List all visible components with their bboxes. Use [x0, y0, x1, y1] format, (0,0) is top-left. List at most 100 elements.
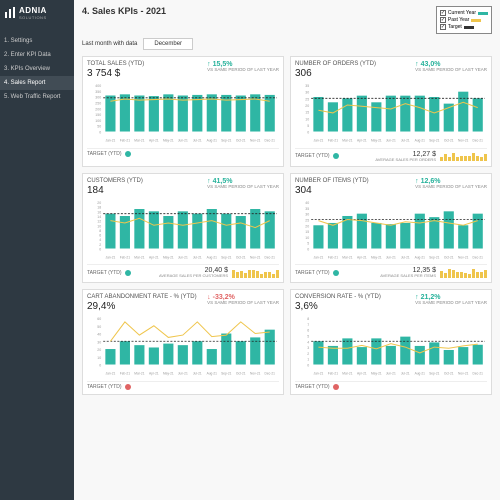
svg-text:Jan-21: Jan-21 — [314, 255, 324, 259]
svg-text:10: 10 — [97, 224, 101, 228]
svg-text:Sep-21: Sep-21 — [221, 139, 232, 143]
legend-target-swatch — [464, 26, 474, 29]
svg-text:Oct-21: Oct-21 — [236, 139, 246, 143]
kpi-title: NUMBER OF ITEMS (YTD) — [295, 178, 369, 184]
nav-item[interactable]: 2. Enter KPI Data — [0, 48, 74, 62]
svg-text:5: 5 — [307, 241, 309, 245]
svg-text:Nov-21: Nov-21 — [458, 372, 469, 376]
legend-target[interactable]: ✓ Target — [440, 24, 488, 30]
svg-text:Dec-21: Dec-21 — [473, 139, 484, 143]
kpi-value: 304 — [295, 185, 369, 196]
legend-current-swatch — [478, 12, 488, 15]
svg-text:1: 1 — [307, 358, 309, 362]
nav-item[interactable]: 1. Settings — [0, 34, 74, 48]
target-status-dot — [333, 384, 339, 390]
kpi-compare-text: VS SAME PERIOD OF LAST YEAR — [207, 68, 279, 73]
svg-text:Jul-21: Jul-21 — [193, 139, 202, 143]
svg-text:May-21: May-21 — [163, 139, 174, 143]
sidebar: ADNIA SOLUTIONS 1. Settings2. Enter KPI … — [0, 0, 74, 500]
svg-text:Sep-21: Sep-21 — [429, 372, 440, 376]
svg-text:Feb-21: Feb-21 — [328, 255, 338, 259]
kpi-card: CUSTOMERS (YTD) 184 ↑ 41,5% VS SAME PERI… — [82, 173, 284, 284]
svg-text:50: 50 — [97, 325, 101, 329]
svg-text:4: 4 — [99, 238, 101, 242]
svg-text:5: 5 — [307, 335, 309, 339]
svg-text:Dec-21: Dec-21 — [473, 255, 484, 259]
avg-label: AVERAGE SALES PER ITEMS — [380, 274, 436, 278]
svg-text:7: 7 — [307, 323, 309, 327]
svg-text:Feb-21: Feb-21 — [328, 139, 338, 143]
kpi-card: TOTAL SALES (YTD) 3 754 $ ↑ 15,5% VS SAM… — [82, 56, 284, 167]
svg-text:3: 3 — [307, 346, 309, 350]
logo-icon — [4, 7, 16, 19]
svg-text:16: 16 — [97, 210, 101, 214]
svg-text:6: 6 — [307, 329, 309, 333]
svg-text:15: 15 — [305, 230, 309, 234]
kpi-chart: 0510152025303540Jan-21Feb-21Mar-21Apr-21… — [295, 198, 487, 261]
svg-text:Apr-21: Apr-21 — [357, 372, 367, 376]
svg-text:15: 15 — [305, 111, 309, 115]
svg-text:Apr-21: Apr-21 — [149, 255, 159, 259]
sparkline — [232, 268, 279, 278]
svg-text:Sep-21: Sep-21 — [429, 255, 440, 259]
checkbox-icon[interactable]: ✓ — [440, 24, 446, 30]
svg-text:May-21: May-21 — [163, 372, 174, 376]
svg-text:Nov-21: Nov-21 — [458, 255, 469, 259]
svg-text:0: 0 — [99, 364, 101, 368]
svg-text:20: 20 — [305, 224, 309, 228]
svg-text:Dec-21: Dec-21 — [265, 255, 276, 259]
svg-text:10: 10 — [97, 356, 101, 360]
nav-item[interactable]: 5. Web Traffic Report — [0, 90, 74, 104]
month-selector[interactable]: December — [143, 38, 193, 50]
svg-text:400: 400 — [95, 84, 101, 88]
svg-text:Dec-21: Dec-21 — [265, 372, 276, 376]
svg-text:350: 350 — [95, 90, 101, 94]
svg-text:Jun-21: Jun-21 — [386, 139, 396, 143]
svg-text:8: 8 — [99, 229, 101, 233]
kpi-compare-text: VS SAME PERIOD OF LAST YEAR — [415, 185, 487, 190]
svg-text:8: 8 — [307, 317, 309, 321]
legend-box: ✓ Current Year ✓ Past Year ✓ Target — [436, 6, 492, 34]
sparkline — [440, 268, 487, 278]
svg-text:2: 2 — [99, 243, 101, 247]
svg-text:Aug-21: Aug-21 — [207, 139, 218, 143]
svg-text:May-21: May-21 — [371, 372, 382, 376]
svg-text:4: 4 — [307, 341, 309, 345]
legend-past[interactable]: ✓ Past Year — [440, 17, 488, 23]
svg-text:Aug-21: Aug-21 — [207, 372, 218, 376]
svg-text:50: 50 — [97, 125, 101, 129]
svg-text:Sep-21: Sep-21 — [429, 139, 440, 143]
legend-current[interactable]: ✓ Current Year — [440, 10, 488, 16]
checkbox-icon[interactable]: ✓ — [440, 10, 446, 16]
svg-text:300: 300 — [95, 96, 101, 100]
target-label: TARGET (YTD) — [87, 151, 122, 157]
svg-text:Sep-21: Sep-21 — [221, 255, 232, 259]
checkbox-icon[interactable]: ✓ — [440, 17, 446, 23]
main-content: 4. Sales KPIs - 2021 ✓ Current Year ✓ Pa… — [74, 0, 500, 500]
svg-text:Jun-21: Jun-21 — [178, 255, 188, 259]
svg-text:35: 35 — [305, 207, 309, 211]
svg-text:0: 0 — [307, 247, 309, 251]
svg-text:Mar-21: Mar-21 — [134, 139, 144, 143]
svg-text:12: 12 — [97, 219, 101, 223]
svg-text:25: 25 — [305, 97, 309, 101]
svg-text:6: 6 — [99, 233, 101, 237]
svg-text:30: 30 — [305, 212, 309, 216]
svg-text:0: 0 — [99, 131, 101, 135]
nav-item[interactable]: 4. Sales Report — [0, 76, 74, 90]
svg-text:May-21: May-21 — [371, 255, 382, 259]
brand-logo: ADNIA SOLUTIONS — [0, 0, 74, 26]
svg-text:Nov-21: Nov-21 — [250, 372, 261, 376]
kpi-value: 29,4% — [87, 301, 197, 312]
kpi-title: CART ABANDONMENT RATE - % (YTD) — [87, 294, 197, 300]
kpi-card: CONVERSION RATE - % (YTD) 3,6% ↑ 21,2% V… — [290, 289, 492, 395]
target-label: TARGET (YTD) — [295, 384, 330, 390]
nav-item[interactable]: 3. KPIs Overview — [0, 62, 74, 76]
kpi-title: TOTAL SALES (YTD) — [87, 61, 144, 67]
svg-text:Jun-21: Jun-21 — [178, 372, 188, 376]
avg-label: AVERAGE SALES PER ORDERS — [375, 158, 436, 162]
svg-text:May-21: May-21 — [163, 255, 174, 259]
svg-text:Mar-21: Mar-21 — [134, 372, 144, 376]
svg-text:Jan-21: Jan-21 — [106, 372, 116, 376]
svg-text:40: 40 — [97, 333, 101, 337]
